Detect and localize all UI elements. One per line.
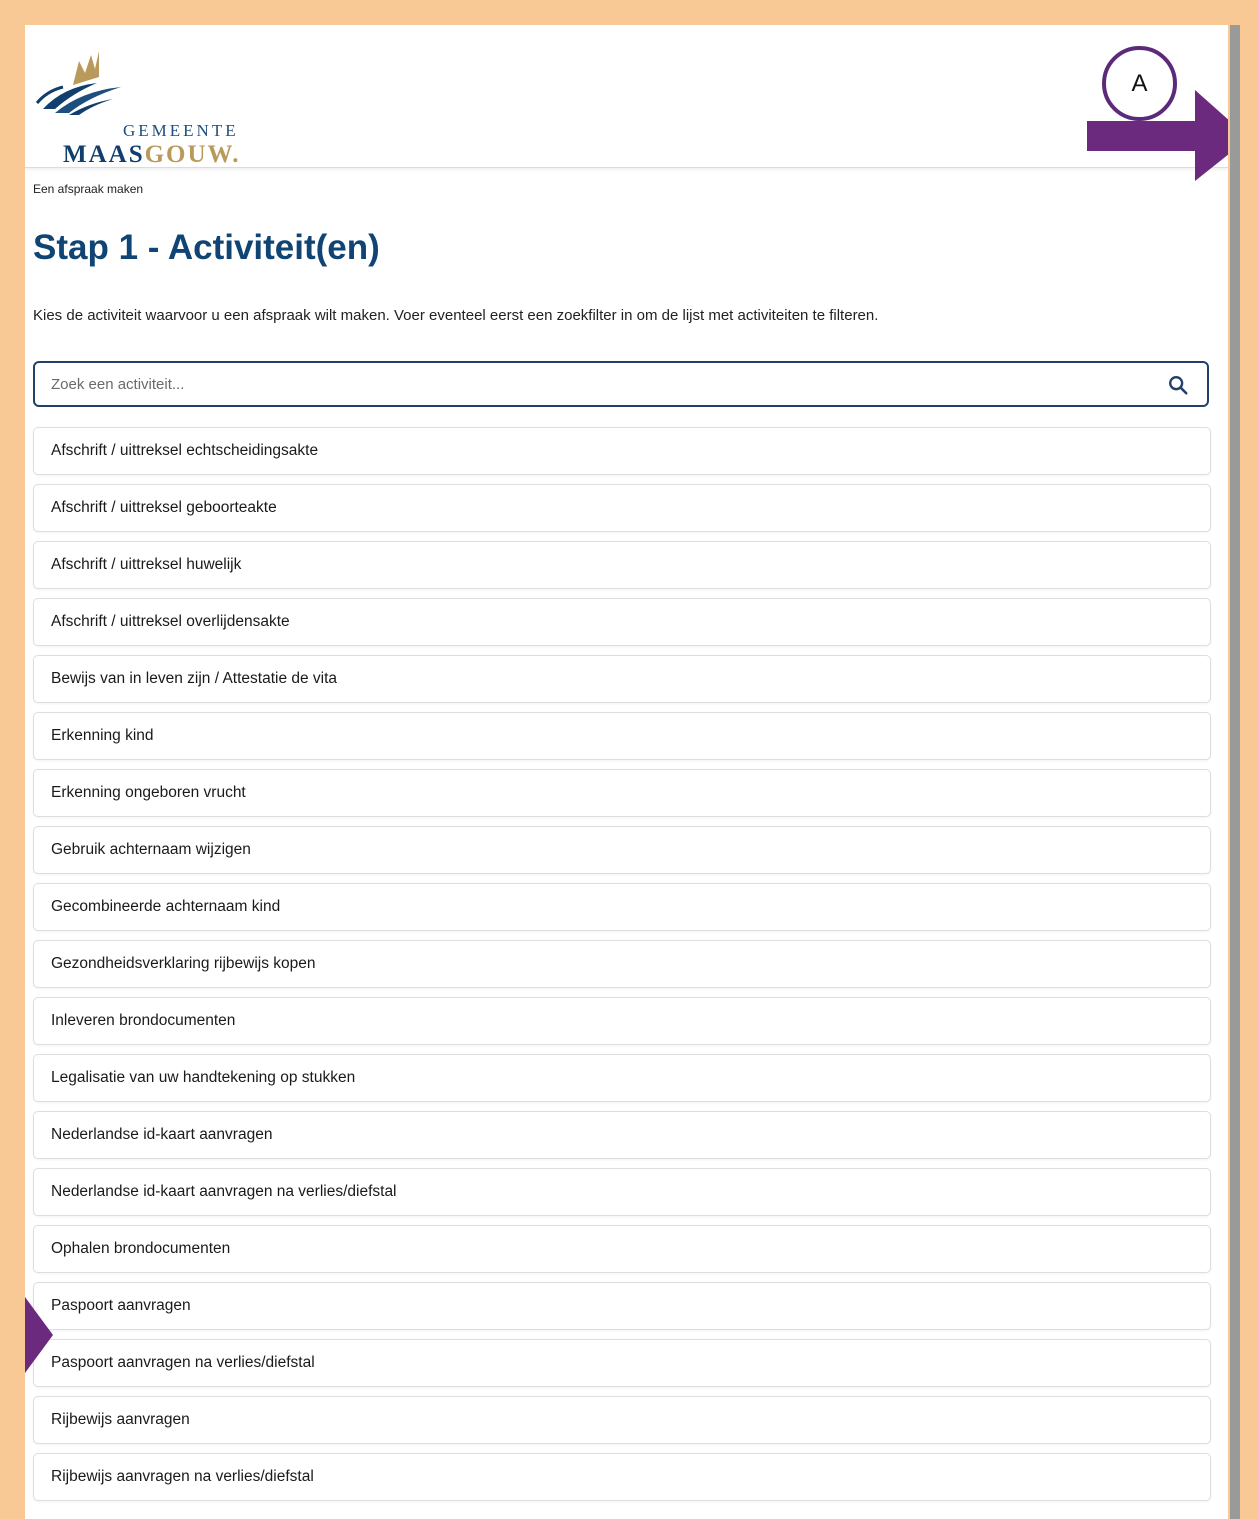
activity-item[interactable]: Gecombineerde achternaam kind (33, 883, 1211, 931)
activity-item[interactable]: Afschrift / uittreksel echtscheidingsakt… (33, 427, 1211, 475)
logo-name-maas: MAAS (63, 141, 145, 168)
logo-name-gouw: GOUW. (144, 141, 241, 168)
activity-item[interactable]: Erkenning ongeboren vrucht (33, 769, 1211, 817)
scrollbar[interactable] (1230, 25, 1240, 1519)
activity-item[interactable]: Paspoort aanvragen (33, 1282, 1211, 1330)
activity-item[interactable]: Afschrift / uittreksel overlijdensakte (33, 598, 1211, 646)
activity-item[interactable]: Afschrift / uittreksel huwelijk (33, 541, 1211, 589)
activity-item[interactable]: Nederlandse id-kaart aanvragen na verlie… (33, 1168, 1211, 1216)
activity-item[interactable]: Erkenning kind (33, 712, 1211, 760)
activity-item[interactable]: Nederlandse id-kaart aanvragen (33, 1111, 1211, 1159)
search-box (33, 361, 1209, 407)
activity-item[interactable]: Afschrift / uittreksel geboorteakte (33, 484, 1211, 532)
annotation-arrow-pointer-icon (25, 1297, 53, 1373)
activity-item[interactable]: Gezondheidsverklaring rijbewijs kopen (33, 940, 1211, 988)
activity-item[interactable]: Gebruik achternaam wijzigen (33, 826, 1211, 874)
app-page: GEMEENTE MAASGOUW. Een afspraak maken St… (25, 25, 1228, 1519)
search-icon[interactable] (1167, 374, 1189, 396)
search-input[interactable] (51, 363, 1151, 405)
activity-item[interactable]: Paspoort aanvragen na verlies/diefstal (33, 1339, 1211, 1387)
logo-name-text: MAASGOUW. (63, 141, 241, 169)
activity-item[interactable]: Legalisatie van uw handtekening op stukk… (33, 1054, 1211, 1102)
logo-gemeente-text: GEMEENTE (123, 121, 239, 140)
logo-emblem-icon (35, 51, 121, 115)
site-header: GEMEENTE MAASGOUW. (25, 25, 1228, 168)
activity-item[interactable]: Inleveren brondocumenten (33, 997, 1211, 1045)
activity-item[interactable]: Rijbewijs aanvragen na verlies/diefstal (33, 1453, 1211, 1501)
annotation-arrow-right-icon (1087, 90, 1228, 181)
activity-list: Afschrift / uittreksel echtscheidingsakt… (33, 427, 1211, 1510)
activity-item[interactable]: Rijbewijs aanvragen (33, 1396, 1211, 1444)
intro-text: Kies de activiteit waarvoor u een afspra… (33, 307, 879, 324)
page-title: Stap 1 - Activiteit(en) (33, 228, 380, 267)
activity-item[interactable]: Bewijs van in leven zijn / Attestatie de… (33, 655, 1211, 703)
breadcrumb: Een afspraak maken (33, 182, 144, 196)
activity-item[interactable]: Ophalen brondocumenten (33, 1225, 1211, 1273)
gemeente-maasgouw-logo[interactable]: GEMEENTE MAASGOUW. (33, 47, 243, 168)
